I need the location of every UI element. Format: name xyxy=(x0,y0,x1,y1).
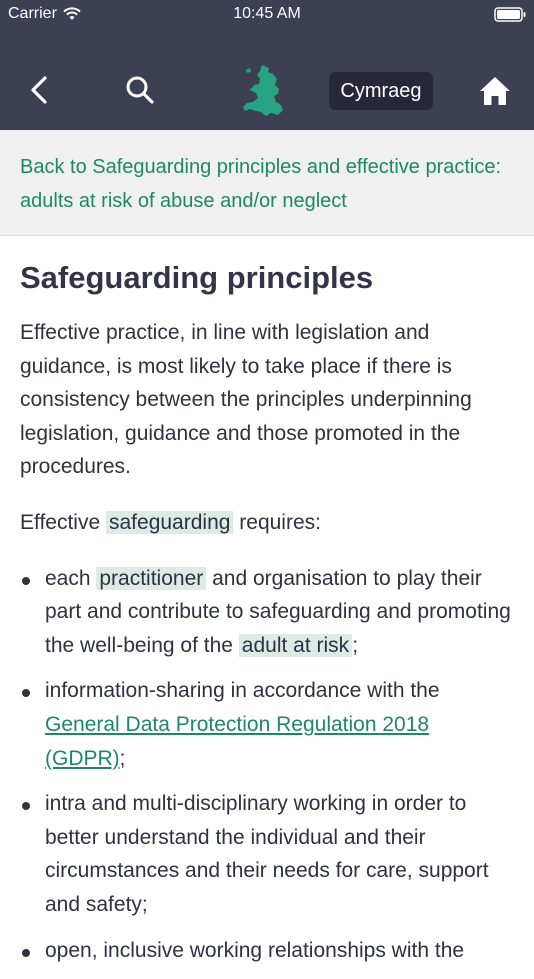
wales-map-icon xyxy=(243,65,283,116)
search-icon xyxy=(126,76,154,104)
status-time: 10:45 AM xyxy=(233,5,301,22)
nav-bar: Cymraeg xyxy=(0,30,534,130)
lead-paragraph: Effective safeguarding requires: xyxy=(20,506,514,540)
wales-logo[interactable] xyxy=(236,60,290,120)
status-bar: Carrier 10:45 AM xyxy=(0,0,534,30)
back-button[interactable] xyxy=(22,70,56,110)
list-item: information-sharing in accordance with t… xyxy=(20,674,514,775)
bullet-text: open, inclusive working relationships wi… xyxy=(45,938,465,962)
list-item: each practitioner and organisation to pl… xyxy=(20,562,514,663)
list-item: open, inclusive working relationships wi… xyxy=(20,934,514,968)
bullet-text: information-sharing in accordance with t… xyxy=(45,679,440,703)
glossary-term-practitioner[interactable]: practitioner xyxy=(96,566,207,590)
bullet-icon xyxy=(22,576,30,585)
language-label: Cymraeg xyxy=(340,79,422,102)
back-link[interactable]: Back to Safeguarding principles and effe… xyxy=(20,150,514,218)
article-content: Safeguarding principles Effective practi… xyxy=(0,236,534,979)
bullet-text: each xyxy=(45,566,97,590)
glossary-term-safeguarding[interactable]: safeguarding xyxy=(106,510,234,534)
lead-text-before: Effective xyxy=(20,510,106,534)
bullet-icon xyxy=(22,802,30,811)
intro-paragraph: Effective practice, in line with legisla… xyxy=(20,321,472,479)
bullet-text: ; xyxy=(352,633,359,657)
home-button[interactable] xyxy=(476,73,514,109)
page-title: Safeguarding principles xyxy=(20,260,374,295)
back-link-bar: Back to Safeguarding principles and effe… xyxy=(0,130,534,236)
requirements-list: each practitioner and organisation to pl… xyxy=(20,562,514,968)
home-icon xyxy=(480,77,510,105)
lead-text-after: requires: xyxy=(233,510,321,534)
battery-icon xyxy=(494,7,526,28)
search-button[interactable] xyxy=(122,70,158,110)
list-item: intra and multi-disciplinary working in … xyxy=(20,787,514,921)
bullet-text: intra and multi-disciplinary working in … xyxy=(45,792,489,916)
chevron-left-icon xyxy=(31,76,47,104)
bullet-text: ; xyxy=(119,746,126,770)
bullet-icon xyxy=(22,689,30,698)
glossary-term-adult-at-risk[interactable]: adult at risk xyxy=(238,633,353,657)
language-toggle-button[interactable]: Cymraeg xyxy=(329,72,433,110)
gdpr-link[interactable]: General Data Protection Regulation 2018 … xyxy=(45,713,429,770)
